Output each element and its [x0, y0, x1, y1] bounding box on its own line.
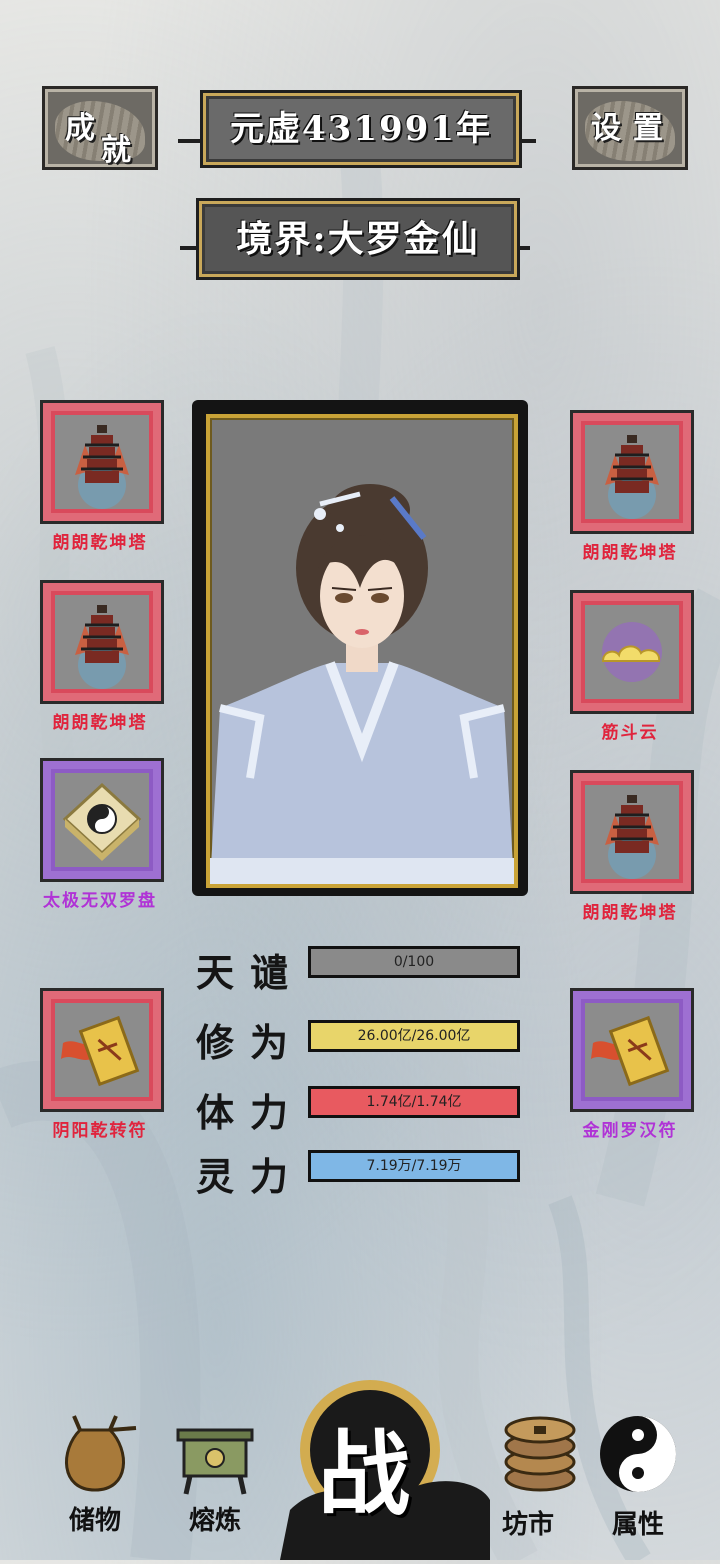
slot-label-right-1: 朗朗乾坤塔: [582, 543, 678, 563]
equipment-slot-right-2[interactable]: [570, 590, 694, 714]
equipment-slot-right-4[interactable]: [570, 988, 694, 1112]
cloud-icon: [601, 622, 662, 682]
battle-button[interactable]: 战: [280, 1370, 490, 1560]
nav-smelt[interactable]: 熔炼: [160, 1414, 270, 1540]
slot-label-left-2: 朗朗乾坤塔: [52, 713, 148, 733]
stat-bar-spirit: 7.19万/7.19万: [308, 1150, 520, 1182]
nav-attributes[interactable]: 属性: [598, 1414, 708, 1540]
equipment-slot-left-4[interactable]: [40, 988, 164, 1112]
slot-label-left-4: 阴阳乾转符: [52, 1121, 148, 1141]
achievements-label-char-2: 就: [101, 133, 131, 168]
stat-bar-cultivation: 26.00亿/26.00亿: [308, 1020, 520, 1052]
slot-label-left-3: 太极无双罗盘: [43, 891, 157, 911]
equipment-slot-left-2[interactable]: [40, 580, 164, 704]
nav-market-label: 坊市: [501, 1510, 554, 1540]
equipment-slot-right-3[interactable]: [570, 770, 694, 894]
coins-icon: [504, 1416, 576, 1492]
stat-label-spirit: 灵力: [196, 1154, 305, 1199]
pagoda-icon: [75, 605, 129, 689]
nav-market[interactable]: 坊市: [490, 1400, 600, 1540]
nav-attributes-label: 属性: [611, 1510, 664, 1540]
stat-label-stamina: 体力: [196, 1090, 305, 1135]
stat-value-stamina: 1.74亿/1.74亿: [366, 1094, 462, 1110]
character-portrait-frame: [192, 400, 528, 896]
pagoda-icon: [605, 435, 659, 519]
cauldron-icon: [176, 1428, 254, 1495]
slot-label-right-4: 金刚罗汉符: [582, 1121, 678, 1141]
equipment-slot-right-1[interactable]: [570, 410, 694, 534]
character-portrait[interactable]: [206, 414, 518, 888]
realm-plaque: 境界:大罗金仙: [196, 198, 520, 280]
yin-yang-icon: [600, 1416, 676, 1492]
pouch-icon: [65, 1415, 137, 1492]
stat-value-cultivation: 26.00亿/26.00亿: [357, 1028, 471, 1044]
stat-label-cultivation: 修为: [196, 1020, 305, 1065]
realm-text: 境界:大罗金仙: [236, 218, 480, 260]
talisman-icon: [61, 1015, 140, 1087]
year-plaque: 元虚431991年: [200, 90, 522, 168]
slot-label-right-3: 朗朗乾坤塔: [582, 903, 678, 923]
battle-label: 战: [318, 1420, 411, 1528]
talisman-icon: [591, 1015, 670, 1087]
slot-label-right-2: 筋斗云: [601, 723, 659, 743]
stat-value-spirit: 7.19万/7.19万: [366, 1158, 462, 1174]
pagoda-icon: [605, 795, 659, 879]
stat-label-punishment: 天谴: [196, 950, 305, 995]
equipment-slot-left-3[interactable]: [40, 758, 164, 882]
pagoda-icon: [75, 425, 129, 509]
compass-icon: [62, 782, 142, 861]
equipment-slot-left-1[interactable]: [40, 400, 164, 524]
stat-bar-punishment: 0/100: [308, 946, 520, 978]
stat-bar-stamina: 1.74亿/1.74亿: [308, 1086, 520, 1118]
character-illustration: [210, 484, 514, 884]
achievements-button[interactable]: 成 就: [42, 86, 158, 170]
slot-label-left-1: 朗朗乾坤塔: [52, 533, 148, 553]
settings-label-char-2: 置: [633, 111, 663, 146]
settings-button[interactable]: 设 置: [572, 86, 688, 170]
nav-smelt-label: 熔炼: [188, 1506, 241, 1536]
stat-value-punishment: 0/100: [393, 954, 435, 970]
settings-label-char-1: 设: [591, 111, 621, 146]
year-text: 元虚431991年: [230, 109, 492, 149]
nav-storage[interactable]: 储物: [40, 1400, 150, 1540]
achievements-label-char-1: 成: [65, 111, 95, 146]
nav-storage-label: 储物: [68, 1506, 121, 1536]
